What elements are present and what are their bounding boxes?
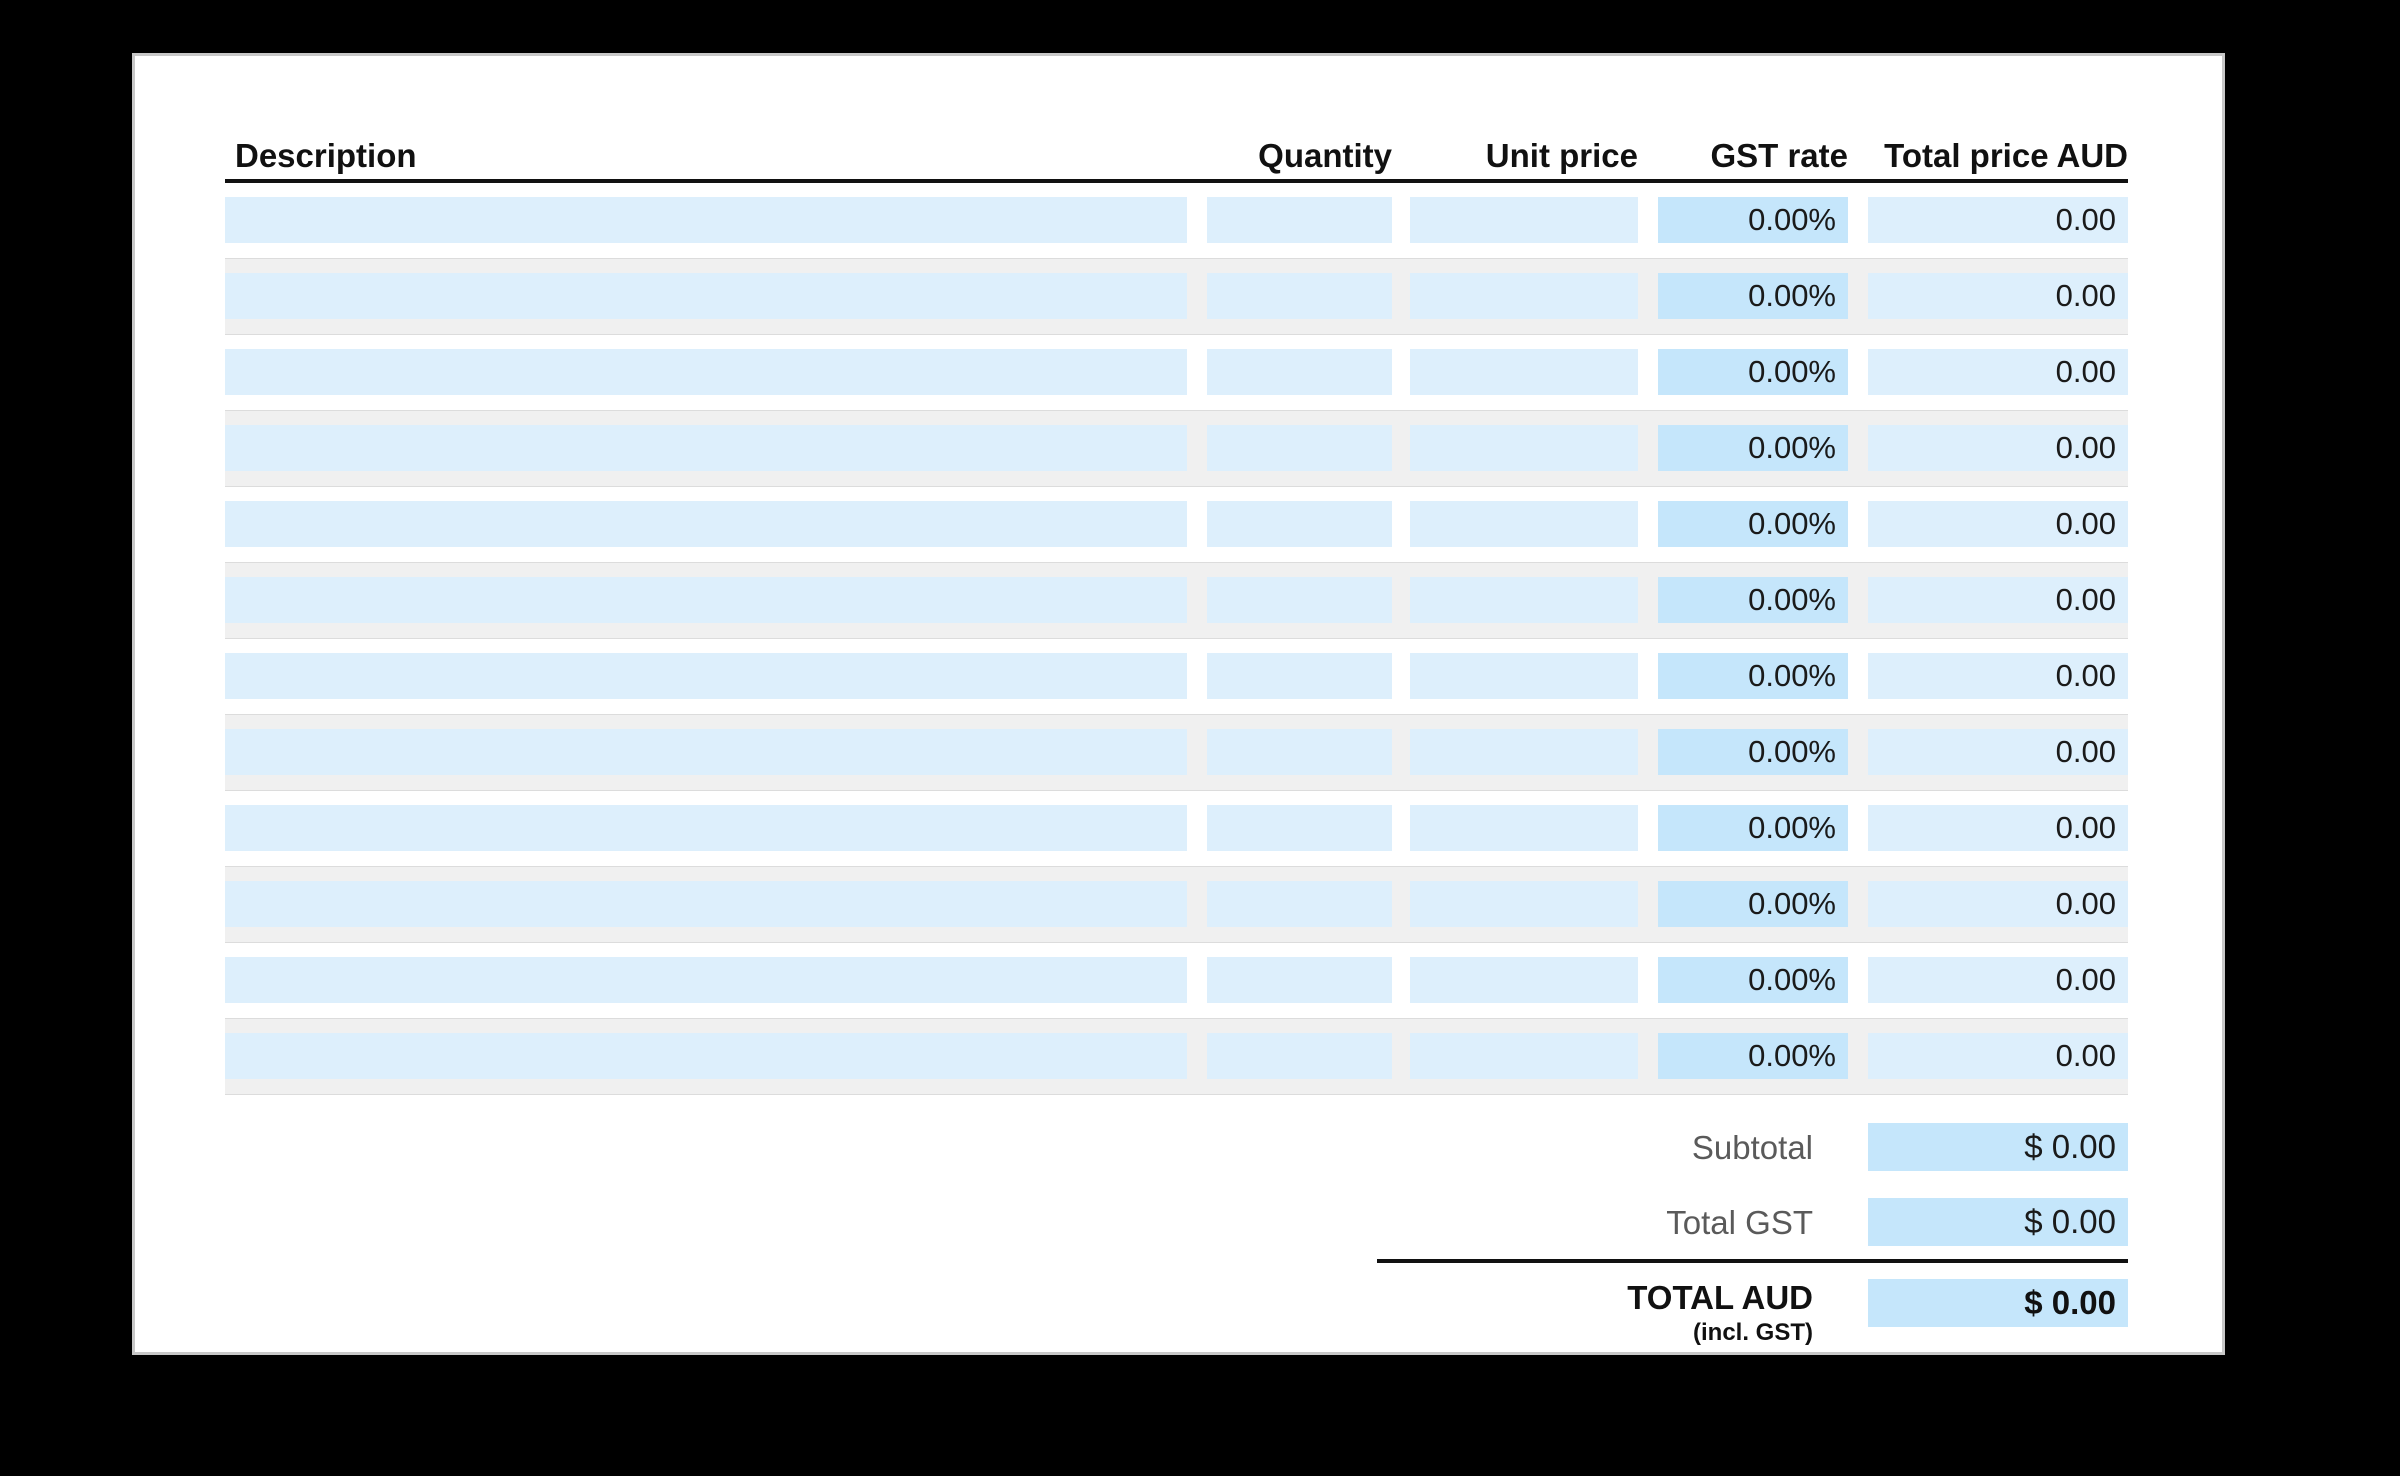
description-field[interactable] — [225, 577, 1187, 623]
table-row: 0.00% 0.00 — [225, 335, 2128, 410]
quantity-field[interactable] — [1207, 957, 1392, 1003]
grand-total-label: TOTAL AUD (incl. GST) — [1325, 1279, 1835, 1346]
quantity-field[interactable] — [1207, 1033, 1392, 1079]
gst-rate-field[interactable]: 0.00% — [1658, 1033, 1848, 1079]
quantity-field[interactable] — [1207, 273, 1392, 319]
line-items-body: 0.00% 0.00 0.00% 0.00 0.00% 0.00 0.00% 0.00 0.00… — [225, 183, 2128, 1095]
table-row: 0.00% 0.00 — [225, 714, 2128, 791]
table-row: 0.00% 0.00 — [225, 258, 2128, 335]
table-row: 0.00% 0.00 — [225, 639, 2128, 714]
unit-price-field[interactable] — [1410, 805, 1638, 851]
gst-rate-field[interactable]: 0.00% — [1658, 577, 1848, 623]
total-price-field[interactable]: 0.00 — [1868, 197, 2128, 243]
total-price-field[interactable]: 0.00 — [1868, 501, 2128, 547]
quantity-field[interactable] — [1207, 501, 1392, 547]
quantity-field[interactable] — [1207, 197, 1392, 243]
total-price-field[interactable]: 0.00 — [1868, 729, 2128, 775]
unit-price-field[interactable] — [1410, 349, 1638, 395]
quantity-field[interactable] — [1207, 805, 1392, 851]
gst-rate-field[interactable]: 0.00% — [1658, 501, 1848, 547]
gst-rate-field[interactable]: 0.00% — [1658, 881, 1848, 927]
invoice-line-items-table: Description Quantity Unit price GST rate… — [225, 101, 2128, 1359]
description-field[interactable] — [225, 501, 1187, 547]
total-price-field[interactable]: 0.00 — [1868, 425, 2128, 471]
table-row: 0.00% 0.00 — [225, 866, 2128, 943]
table-row: 0.00% 0.00 — [225, 943, 2128, 1018]
description-field[interactable] — [225, 197, 1187, 243]
description-field[interactable] — [225, 273, 1187, 319]
table-row: 0.00% 0.00 — [225, 1018, 2128, 1095]
quantity-field[interactable] — [1207, 577, 1392, 623]
unit-price-field[interactable] — [1410, 273, 1638, 319]
quantity-field[interactable] — [1207, 881, 1392, 927]
description-field[interactable] — [225, 957, 1187, 1003]
gst-rate-field[interactable]: 0.00% — [1658, 957, 1848, 1003]
total-price-field[interactable]: 0.00 — [1868, 881, 2128, 927]
total-price-field[interactable]: 0.00 — [1868, 273, 2128, 319]
unit-price-field[interactable] — [1410, 501, 1638, 547]
subtotal-label: Subtotal — [1691, 1129, 1813, 1166]
subtotal-row: Subtotal $ 0.00 — [225, 1109, 2128, 1184]
unit-price-field[interactable] — [1410, 881, 1638, 927]
unit-price-field[interactable] — [1410, 425, 1638, 471]
unit-price-field[interactable] — [1410, 957, 1638, 1003]
column-header-quantity: Quantity — [1258, 137, 1392, 174]
unit-price-field[interactable] — [1410, 729, 1638, 775]
gst-rate-field[interactable]: 0.00% — [1658, 805, 1848, 851]
column-header-unit-price: Unit price — [1485, 137, 1638, 174]
description-field[interactable] — [225, 729, 1187, 775]
table-row: 0.00% 0.00 — [225, 410, 2128, 487]
quantity-field[interactable] — [1207, 425, 1392, 471]
table-row: 0.00% 0.00 — [225, 791, 2128, 866]
grand-total-value-field[interactable]: $ 0.00 — [1868, 1279, 2128, 1327]
unit-price-field[interactable] — [1410, 197, 1638, 243]
quantity-field[interactable] — [1207, 653, 1392, 699]
description-field[interactable] — [225, 349, 1187, 395]
total-gst-value-field[interactable]: $ 0.00 — [1868, 1198, 2128, 1246]
total-price-field[interactable]: 0.00 — [1868, 1033, 2128, 1079]
totals-section: Subtotal $ 0.00 Total GST $ 0.00 TOTAL A… — [225, 1109, 2128, 1359]
description-field[interactable] — [225, 1033, 1187, 1079]
quantity-field[interactable] — [1207, 729, 1392, 775]
total-price-field[interactable]: 0.00 — [1868, 957, 2128, 1003]
gst-rate-field[interactable]: 0.00% — [1658, 653, 1848, 699]
gst-rate-field[interactable]: 0.00% — [1658, 729, 1848, 775]
subtotal-value-field[interactable]: $ 0.00 — [1868, 1123, 2128, 1171]
total-price-field[interactable]: 0.00 — [1868, 805, 2128, 851]
description-field[interactable] — [225, 653, 1187, 699]
grand-total-divider-rule — [1377, 1259, 2128, 1263]
table-row: 0.00% 0.00 — [225, 562, 2128, 639]
unit-price-field[interactable] — [1410, 577, 1638, 623]
total-gst-row: Total GST $ 0.00 — [225, 1184, 2128, 1259]
column-header-total-price: Total price AUD — [1884, 137, 2128, 174]
description-field[interactable] — [225, 881, 1187, 927]
description-field[interactable] — [225, 805, 1187, 851]
gst-rate-field[interactable]: 0.00% — [1658, 197, 1848, 243]
total-price-field[interactable]: 0.00 — [1868, 349, 2128, 395]
gst-rate-field[interactable]: 0.00% — [1658, 425, 1848, 471]
description-field[interactable] — [225, 425, 1187, 471]
unit-price-field[interactable] — [1410, 1033, 1638, 1079]
column-header-gst-rate: GST rate — [1710, 137, 1848, 174]
total-gst-label: Total GST — [1666, 1204, 1813, 1241]
gst-rate-field[interactable]: 0.00% — [1658, 273, 1848, 319]
gst-rate-field[interactable]: 0.00% — [1658, 349, 1848, 395]
grand-total-row: TOTAL AUD (incl. GST) $ 0.00 — [225, 1259, 2128, 1359]
table-header-row: Description Quantity Unit price GST rate… — [225, 101, 2128, 179]
total-price-field[interactable]: 0.00 — [1868, 577, 2128, 623]
column-header-description: Description — [235, 137, 417, 174]
invoice-page-sheet: Description Quantity Unit price GST rate… — [132, 53, 2225, 1355]
table-row: 0.00% 0.00 — [225, 487, 2128, 562]
grand-total-sublabel: (incl. GST) — [1693, 1318, 1813, 1346]
total-price-field[interactable]: 0.00 — [1868, 653, 2128, 699]
table-row: 0.00% 0.00 — [225, 183, 2128, 258]
grand-total-label-text: TOTAL AUD — [1627, 1279, 1813, 1316]
unit-price-field[interactable] — [1410, 653, 1638, 699]
quantity-field[interactable] — [1207, 349, 1392, 395]
